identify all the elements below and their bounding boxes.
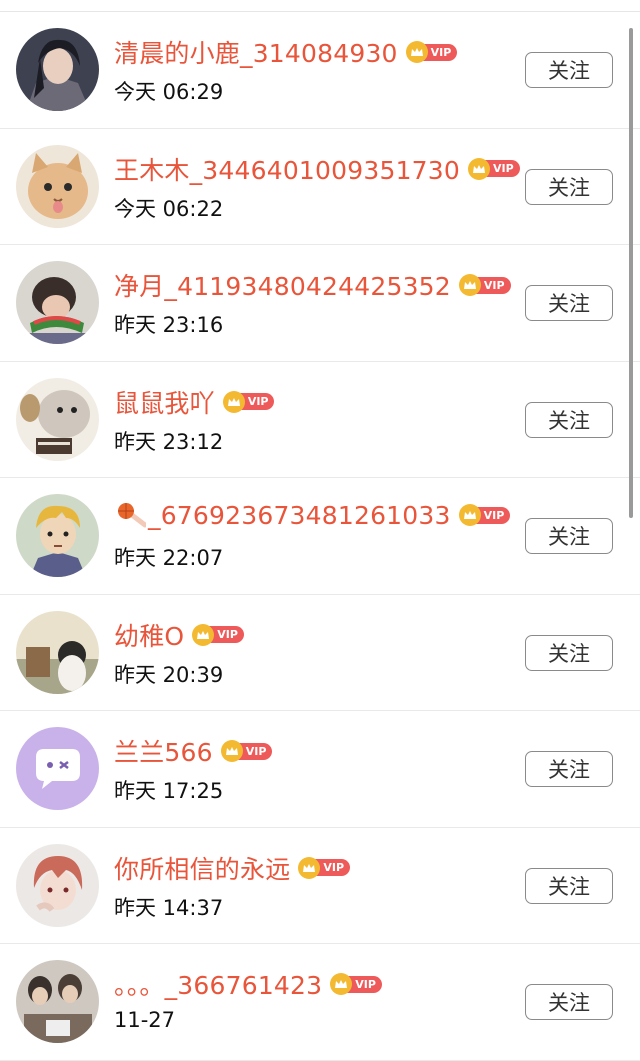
crown-icon (405, 41, 428, 63)
username[interactable]: 清晨的小鹿_314084930 (114, 34, 398, 70)
username[interactable]: 你所相信的永远 (114, 850, 290, 886)
group-photo-avatar-icon (16, 960, 99, 1043)
anime-boy-avatar-icon (16, 494, 99, 577)
follow-time: 昨天 17:25 (114, 779, 224, 803)
vip-badge: VIP (405, 41, 458, 63)
child-photo-avatar-icon (16, 610, 99, 694)
follow-button[interactable]: 关注 (525, 634, 613, 671)
follow-button[interactable]: 关注 (525, 285, 613, 321)
crown-icon (220, 740, 243, 762)
list-item[interactable]: 你所相信的永远 VIP 昨天 14:37 关注 (0, 828, 640, 944)
list-item[interactable]: _676923673481261033 VIP 昨天 22:07 关注 (0, 478, 640, 595)
follow-time: 11-27 (114, 1008, 176, 1032)
girl-watermelon-avatar-icon (16, 261, 99, 344)
vip-badge: VIP (222, 390, 275, 413)
username[interactable]: 。。。_366761423 (114, 966, 322, 1002)
avatar[interactable] (16, 843, 99, 927)
follow-time: 今天 06:29 (114, 80, 224, 104)
list-item[interactable]: 鼠鼠我吖 VIP 昨天 23:12 关注 (0, 362, 640, 478)
vip-badge: VIP (458, 274, 511, 296)
follow-button[interactable]: 关注 (525, 984, 613, 1020)
username[interactable]: 兰兰566 (114, 733, 213, 769)
avatar[interactable] (16, 494, 99, 577)
list-item[interactable]: 。。。_366761423 VIP 11-27 关注 (0, 944, 640, 1061)
follow-time: 今天 06:22 (114, 196, 224, 221)
follow-button[interactable]: 关注 (525, 867, 613, 904)
vip-badge: VIP (192, 623, 244, 646)
follow-button[interactable]: 关注 (525, 751, 613, 787)
username[interactable]: 王木木_3446401009351730 (114, 151, 460, 187)
vip-badge: VIP (468, 157, 520, 180)
crown-icon (458, 504, 481, 526)
follow-button[interactable]: 关注 (525, 518, 613, 554)
follow-time: 昨天 14:37 (114, 895, 224, 920)
vip-badge: VIP (298, 856, 351, 879)
list-item[interactable]: 王木木_3446401009351730 VIP 今天 06:22 关注 (0, 129, 640, 245)
crown-icon (192, 623, 215, 646)
scrollbar[interactable] (629, 28, 633, 518)
avatar[interactable] (16, 28, 99, 111)
follow-button[interactable]: 关注 (525, 401, 613, 438)
crown-icon (468, 157, 490, 180)
crown-icon (222, 390, 245, 413)
avatar[interactable] (16, 727, 99, 810)
avatar[interactable] (16, 377, 99, 461)
crown-icon (298, 856, 321, 879)
username[interactable]: 净月_41193480424425352 (114, 267, 451, 303)
username[interactable]: 鼠鼠我吖 (114, 384, 215, 420)
list-item[interactable]: 幼稚O VIP 昨天 20:39 关注 (0, 595, 640, 711)
list-item[interactable]: 清晨的小鹿_314084930 VIP 今天 06:29 关注 (0, 12, 640, 129)
avatar[interactable] (16, 960, 99, 1043)
follow-time: 昨天 20:39 (114, 662, 224, 687)
follow-time: 昨天 23:12 (114, 429, 224, 454)
cat-avatar-icon (16, 144, 99, 228)
vip-badge: VIP (220, 740, 273, 762)
follow-time: 昨天 22:07 (114, 546, 224, 570)
follow-button[interactable]: 关注 (525, 168, 613, 205)
follower-list: 清晨的小鹿_314084930 VIP 今天 06:29 关注 王木木_3446… (0, 12, 640, 1061)
anime-man-avatar-icon (16, 28, 99, 111)
list-item[interactable]: 净月_41193480424425352 VIP 昨天 23:16 关注 (0, 245, 640, 362)
username[interactable]: _676923673481261033 (148, 501, 451, 530)
avatar[interactable] (16, 261, 99, 344)
avatar[interactable] (16, 610, 99, 694)
follow-time: 昨天 23:16 (114, 313, 224, 337)
follow-button[interactable]: 关注 (525, 52, 613, 88)
avatar[interactable] (16, 144, 99, 228)
anime-redhair-avatar-icon (16, 843, 99, 927)
basketball-emoji-icon (114, 500, 148, 530)
vip-badge: VIP (330, 973, 382, 995)
chat-bubble-avatar-icon (16, 727, 99, 810)
vip-badge: VIP (458, 504, 511, 526)
username[interactable]: 幼稚O (114, 617, 184, 653)
hamster-avatar-icon (16, 377, 99, 461)
crown-icon (458, 274, 481, 296)
list-item[interactable]: 兰兰566 VIP 昨天 17:25 关注 (0, 711, 640, 828)
